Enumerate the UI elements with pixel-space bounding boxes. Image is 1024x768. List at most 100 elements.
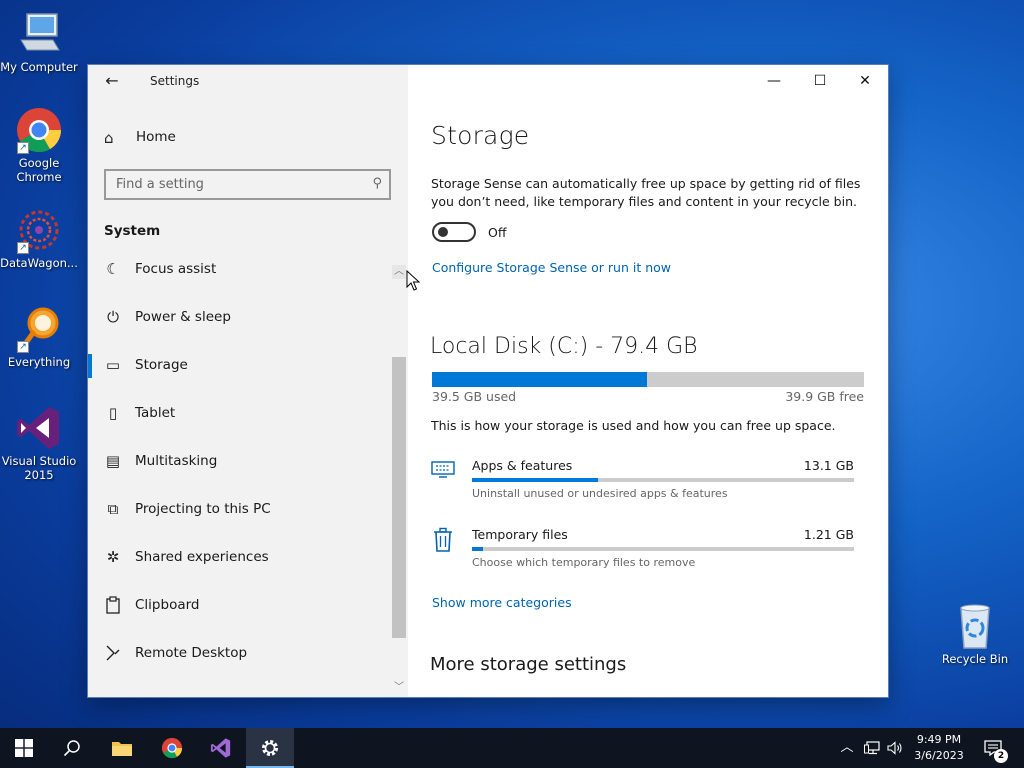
remote-desktop-icon: [104, 644, 122, 662]
desktop-icon-label: Everything: [7, 355, 71, 369]
sidebar-item-power-sleep[interactable]: ⏻ Power & sleep: [88, 298, 388, 338]
clipboard-icon: [104, 596, 122, 614]
desktop-icon-label: Recycle Bin: [941, 652, 1009, 666]
disk-usage-bar: [432, 372, 864, 387]
settings-sidebar: ← Settings ⌂ Home ⚲ System ☾ Focus assis…: [88, 65, 408, 697]
category-usage-bar: [472, 478, 854, 482]
desktop-icon-label: My Computer: [0, 60, 78, 74]
category-usage-bar: [472, 547, 854, 551]
sidebar-scrollbar-thumb[interactable]: [392, 357, 406, 638]
shortcut-arrow-icon: ↗: [17, 242, 29, 254]
category-name: Temporary files: [472, 527, 568, 542]
back-button[interactable]: ←: [98, 69, 126, 93]
sidebar-item-label: Clipboard: [135, 597, 200, 613]
sidebar-item-label: Multitasking: [135, 453, 218, 469]
sidebar-item-storage[interactable]: ▭ Storage: [88, 346, 388, 386]
datawagon-icon: ↗: [15, 206, 63, 254]
taskbar-settings-icon[interactable]: [246, 728, 294, 768]
visual-studio-icon: [15, 404, 63, 452]
category-temporary-files[interactable]: Temporary files 1.21 GB Choose which tem…: [430, 527, 864, 579]
desktop-icon-label: Google Chrome: [16, 156, 62, 184]
category-size: 1.21 GB: [803, 527, 854, 542]
title-bar[interactable]: ← Settings: [88, 65, 408, 97]
maximize-button[interactable]: ☐: [797, 65, 843, 97]
sidebar-item-label: Tablet: [135, 405, 176, 421]
storage-sense-description: Storage Sense can automatically free up …: [431, 176, 861, 209]
search-box[interactable]: ⚲: [104, 169, 391, 200]
taskbar-chrome-icon[interactable]: [148, 728, 196, 768]
category-description: Uninstall unused or undesired apps & fea…: [472, 487, 728, 500]
everything-search-icon: ↗: [15, 305, 63, 353]
clock-time: 9:49 PM: [916, 733, 962, 746]
desktop-icon-everything[interactable]: ↗ Everything: [0, 305, 79, 369]
sidebar-item-label: Focus assist: [135, 261, 217, 277]
toggle-state-label: Off: [488, 225, 507, 240]
search-icon[interactable]: ⚲: [372, 176, 382, 191]
moon-icon: ☾: [106, 260, 120, 278]
storage-page: — ☐ ✕ Storage Storage Sense can automati…: [408, 65, 888, 697]
network-icon[interactable]: [860, 728, 884, 768]
desktop-icon-google-chrome[interactable]: ↗ Google Chrome: [0, 106, 79, 184]
shortcut-arrow-icon: ↗: [17, 341, 29, 353]
sidebar-item-label: Power & sleep: [135, 309, 231, 325]
tablet-icon: ▯: [108, 404, 118, 422]
nav-home[interactable]: ⌂ Home: [88, 123, 388, 153]
disk-usage-fill: [432, 372, 647, 387]
computer-icon: [15, 10, 63, 58]
disk-title: Local Disk (C:) - 79.4 GB: [430, 334, 698, 359]
configure-storage-sense-link[interactable]: Configure Storage Sense or run it now: [432, 260, 671, 275]
start-button[interactable]: [0, 728, 48, 768]
sidebar-item-label: Remote Desktop: [135, 645, 248, 661]
sidebar-item-multitasking[interactable]: ▤ Multitasking: [88, 442, 388, 482]
taskbar-clock[interactable]: 9:49 PM 3/6/2023: [908, 732, 970, 764]
clock-date: 3/6/2023: [914, 749, 964, 762]
category-name: Apps & features: [472, 458, 573, 473]
scroll-down-arrow-icon[interactable]: ﹀: [392, 681, 406, 695]
volume-icon[interactable]: [884, 728, 906, 768]
page-title: Storage: [431, 121, 530, 150]
category-apps-features[interactable]: Apps & features 13.1 GB Uninstall unused…: [430, 458, 864, 510]
projecting-icon: ⧉: [107, 500, 119, 518]
storage-icon: ▭: [105, 356, 121, 374]
desktop-icon-visual-studio[interactable]: Visual Studio 2015: [0, 404, 79, 482]
multitasking-icon: ▤: [105, 452, 121, 470]
nav-home-label: Home: [136, 129, 176, 145]
minimize-button[interactable]: —: [751, 65, 797, 97]
action-center-button[interactable]: 2: [980, 728, 1010, 768]
search-input[interactable]: [106, 171, 356, 198]
desktop-icon-recycle-bin[interactable]: Recycle Bin: [935, 602, 1015, 666]
taskbar-visual-studio-icon[interactable]: [197, 728, 245, 768]
category-description: Choose which temporary files to remove: [472, 556, 696, 569]
disk-free-label: 39.9 GB free: [785, 389, 864, 404]
tray-overflow-chevron-icon[interactable]: ︿: [836, 728, 858, 768]
category-usage-fill: [472, 547, 484, 551]
sidebar-item-shared-experiences[interactable]: ✲ Shared experiences: [88, 538, 388, 578]
sidebar-item-clipboard[interactable]: Clipboard: [88, 586, 388, 626]
storage-sense-toggle[interactable]: [432, 222, 476, 242]
desktop-icon-datawagon[interactable]: ↗ DataWagon...: [0, 206, 79, 270]
show-more-categories-link[interactable]: Show more categories: [432, 595, 572, 610]
home-icon: ⌂: [104, 129, 114, 147]
trash-icon: [430, 527, 456, 553]
desktop-icon-label: Visual Studio 2015: [1, 454, 77, 482]
sidebar-item-remote-desktop[interactable]: Remote Desktop: [88, 634, 388, 674]
sidebar-item-tablet[interactable]: ▯ Tablet: [88, 394, 388, 434]
taskbar-search-icon[interactable]: [48, 728, 96, 768]
selected-indicator: [88, 354, 92, 378]
shortcut-arrow-icon: ↗: [17, 142, 29, 154]
category-size: 13.1 GB: [803, 458, 854, 473]
toggle-knob: [438, 227, 448, 237]
close-button[interactable]: ✕: [842, 65, 888, 97]
apps-features-icon: [430, 458, 456, 484]
sidebar-item-projecting[interactable]: ⧉ Projecting to this PC: [88, 490, 388, 530]
file-explorer-icon[interactable]: [98, 728, 146, 768]
scroll-up-arrow-icon[interactable]: ︿: [392, 265, 406, 279]
sidebar-item-label: Storage: [135, 357, 188, 373]
desktop-icon-my-computer[interactable]: My Computer: [0, 10, 79, 74]
usage-hint: This is how your storage is used and how…: [431, 418, 836, 433]
section-header: System: [104, 223, 161, 239]
disk-used-label: 39.5 GB used: [432, 389, 517, 404]
category-usage-fill: [472, 478, 599, 482]
sidebar-item-focus-assist[interactable]: ☾ Focus assist: [88, 250, 388, 290]
shared-experiences-icon: ✲: [106, 548, 120, 566]
